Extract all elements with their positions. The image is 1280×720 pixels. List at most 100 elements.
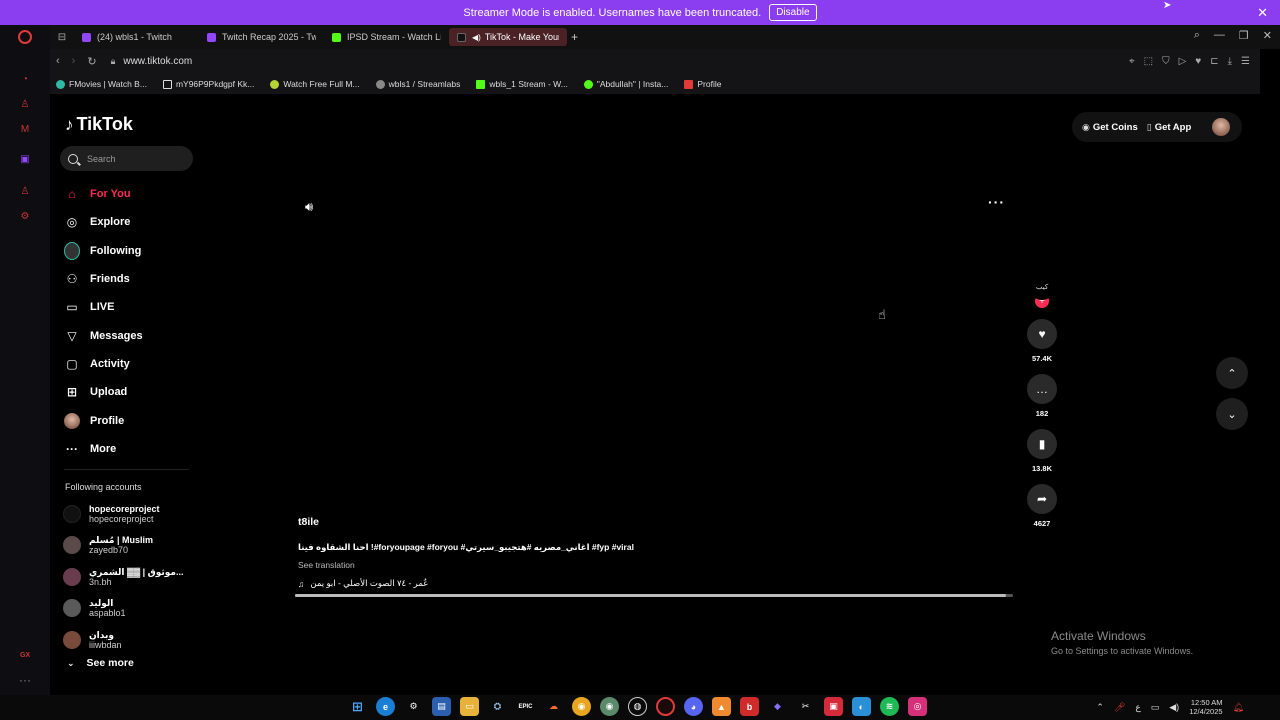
chrome-icon[interactable]: ◉	[572, 697, 591, 716]
opera-gx-icon[interactable]	[656, 697, 675, 716]
download-icon[interactable]: ⤓	[1228, 56, 1232, 67]
comment-icon[interactable]: …	[1027, 374, 1057, 404]
app-icon[interactable]: ◆	[768, 697, 787, 716]
url-field[interactable]: www.tiktok.com	[123, 56, 192, 67]
tab-tiktok[interactable]: ◀) TikTok - Make Your D	[449, 28, 567, 46]
volume-icon[interactable]: ◀)	[1169, 702, 1179, 713]
history-icon[interactable]: ◔	[16, 70, 34, 88]
obs-icon[interactable]: ◍	[628, 697, 647, 716]
favorites-icon[interactable]: ♥	[1195, 56, 1201, 67]
see-more-button[interactable]: ⌄ See more	[67, 657, 134, 669]
forward-icon[interactable]: ›	[72, 55, 76, 68]
settings-icon[interactable]: ⚙	[404, 697, 423, 716]
wallet-icon[interactable]: ⊏	[1210, 56, 1218, 67]
nav-live[interactable]: ▭ LIVE	[64, 293, 143, 321]
bookmark-streamlabs[interactable]: wbls1 / Streamlabs	[375, 79, 460, 89]
following-account[interactable]: مُسلم | Muslim zayedb70	[63, 530, 183, 562]
settings-icon[interactable]: ⚙	[16, 207, 34, 225]
gx-icon[interactable]: GX	[20, 652, 30, 659]
speaker-icon[interactable]: ◀)	[472, 33, 481, 42]
following-account[interactable]: وبدان iiiwbdan	[63, 624, 183, 656]
nav-activity[interactable]: ▢ Activity	[64, 350, 143, 378]
volume-icon[interactable]: 🔊︎	[305, 199, 313, 215]
reload-icon[interactable]: ↻	[87, 55, 96, 68]
chevron-up-icon[interactable]: ⌃	[1216, 357, 1248, 389]
epic-games-icon[interactable]: EPIC	[516, 697, 535, 716]
tab-menu-icon[interactable]: ⊟	[50, 32, 74, 43]
app-icon[interactable]: ▣	[824, 697, 843, 716]
discord-icon[interactable]: ◕	[684, 697, 703, 716]
tab-twitch[interactable]: (24) wbls1 - Twitch	[74, 28, 199, 46]
notification-bell-icon[interactable]: 🔔︎	[1233, 702, 1244, 713]
like-icon[interactable]: ♥	[1027, 319, 1057, 349]
steam-icon[interactable]: ⛭	[488, 697, 507, 716]
close-window-icon[interactable]: ✕	[1263, 29, 1272, 42]
chevron-down-icon[interactable]: ⌄	[1216, 398, 1248, 430]
avatar[interactable]	[1212, 118, 1230, 136]
minimize-icon[interactable]: —	[1214, 29, 1225, 42]
cloud-icon[interactable]: ☁	[544, 697, 563, 716]
tiktok-logo[interactable]: ♪ TikTok	[65, 114, 133, 135]
nav-messages[interactable]: ▽ Messages	[64, 321, 142, 349]
tab-ipsd-stream[interactable]: IPSD Stream - Watch Live	[324, 28, 449, 46]
lock-icon[interactable]: 🔒︎	[111, 56, 116, 67]
sidebar-more-icon[interactable]: ···	[19, 673, 31, 687]
bookmark-doc[interactable]: mY96P9Pkdgpf Kk...	[162, 79, 254, 89]
microphone-icon[interactable]: 🎤︎	[1114, 702, 1125, 713]
search-box[interactable]	[60, 146, 193, 171]
bookmark-fmovies[interactable]: FMovies | Watch B...	[56, 79, 147, 89]
network-icon[interactable]: ▭	[1151, 702, 1160, 713]
nav-for-you[interactable]: ⌂ For You	[64, 180, 143, 208]
instagram-icon[interactable]: ◎	[908, 697, 927, 716]
music-info[interactable]: ♫ عُمر - ٧٤ الصوت الأصلي - ابو يمن	[298, 578, 634, 589]
nav-more[interactable]: ··· More	[64, 435, 143, 463]
store-icon[interactable]: ▤	[432, 697, 451, 716]
edge-icon[interactable]: e	[376, 697, 395, 716]
player-icon[interactable]: ♙	[16, 182, 34, 200]
see-translation-link[interactable]: See translation	[298, 560, 634, 570]
spotify-icon[interactable]: ≋	[880, 697, 899, 716]
search-input[interactable]	[87, 153, 187, 164]
chevron-up-icon[interactable]: ⌃	[1096, 702, 1104, 713]
share-icon[interactable]: ➦	[1027, 484, 1057, 514]
capcut-icon[interactable]: ✂	[796, 697, 815, 716]
more-options-icon[interactable]: ···	[988, 194, 1005, 210]
file-explorer-icon[interactable]: ▭	[460, 697, 479, 716]
app-icon[interactable]: b	[740, 697, 759, 716]
bookmark-profile[interactable]: Profile	[684, 79, 721, 89]
back-icon[interactable]: ‹	[56, 55, 60, 68]
tab-twitch-recap[interactable]: Twitch Recap 2025 - Twit	[199, 28, 324, 46]
restore-icon[interactable]: ❐	[1239, 29, 1249, 42]
nav-friends[interactable]: ⚇ Friends	[64, 265, 143, 293]
clock[interactable]: 12:50 AM 12/4/2025	[1189, 698, 1222, 716]
opera-logo-icon[interactable]	[18, 30, 32, 44]
bookmark-icon[interactable]: ⌖	[1129, 56, 1135, 67]
nav-explore[interactable]: ◎ Explore	[64, 208, 143, 236]
extension-icon[interactable]: ♙	[16, 95, 34, 113]
app-icon[interactable]: ▲	[712, 697, 731, 716]
bookmark-instagram[interactable]: "Abdullah" | Insta...	[583, 79, 668, 89]
mail-icon[interactable]: M	[16, 120, 34, 138]
search-tabs-icon[interactable]: ⌕	[1194, 29, 1200, 42]
nav-upload[interactable]: ⊞ Upload	[64, 378, 143, 406]
windows-start-icon[interactable]: ⊞	[348, 697, 367, 716]
menu-icon[interactable]: ☰	[1241, 56, 1250, 67]
following-account[interactable]: موثوق | ▓▓ الشمري... 3n.bh	[63, 561, 183, 593]
video-author[interactable]: t8ile	[298, 516, 634, 528]
player-icon[interactable]: ▷	[1179, 56, 1187, 67]
following-account[interactable]: hopecoreproject hopecoreproject	[63, 498, 183, 530]
snapshot-icon[interactable]: ⬚	[1144, 56, 1153, 67]
new-tab-icon[interactable]: +	[571, 30, 578, 44]
twitch-icon[interactable]: ▣	[16, 150, 34, 168]
bookmark-watch-free[interactable]: Watch Free Full M...	[270, 79, 360, 89]
nav-profile[interactable]: Profile	[64, 406, 143, 434]
language-icon[interactable]: ع	[1135, 702, 1140, 713]
disable-streamer-mode-button[interactable]: Disable	[769, 4, 817, 21]
get-coins-button[interactable]: ◉ Get Coins	[1082, 122, 1138, 133]
creator-avatar[interactable]: كيب	[1029, 274, 1055, 300]
app-icon[interactable]: ◐	[852, 697, 871, 716]
bookmark-icon[interactable]: ▮	[1027, 429, 1057, 459]
get-app-button[interactable]: ▯ Get App	[1147, 122, 1192, 133]
nav-following[interactable]: Following	[64, 237, 143, 265]
following-account[interactable]: الوليد aspablo1	[63, 593, 183, 625]
